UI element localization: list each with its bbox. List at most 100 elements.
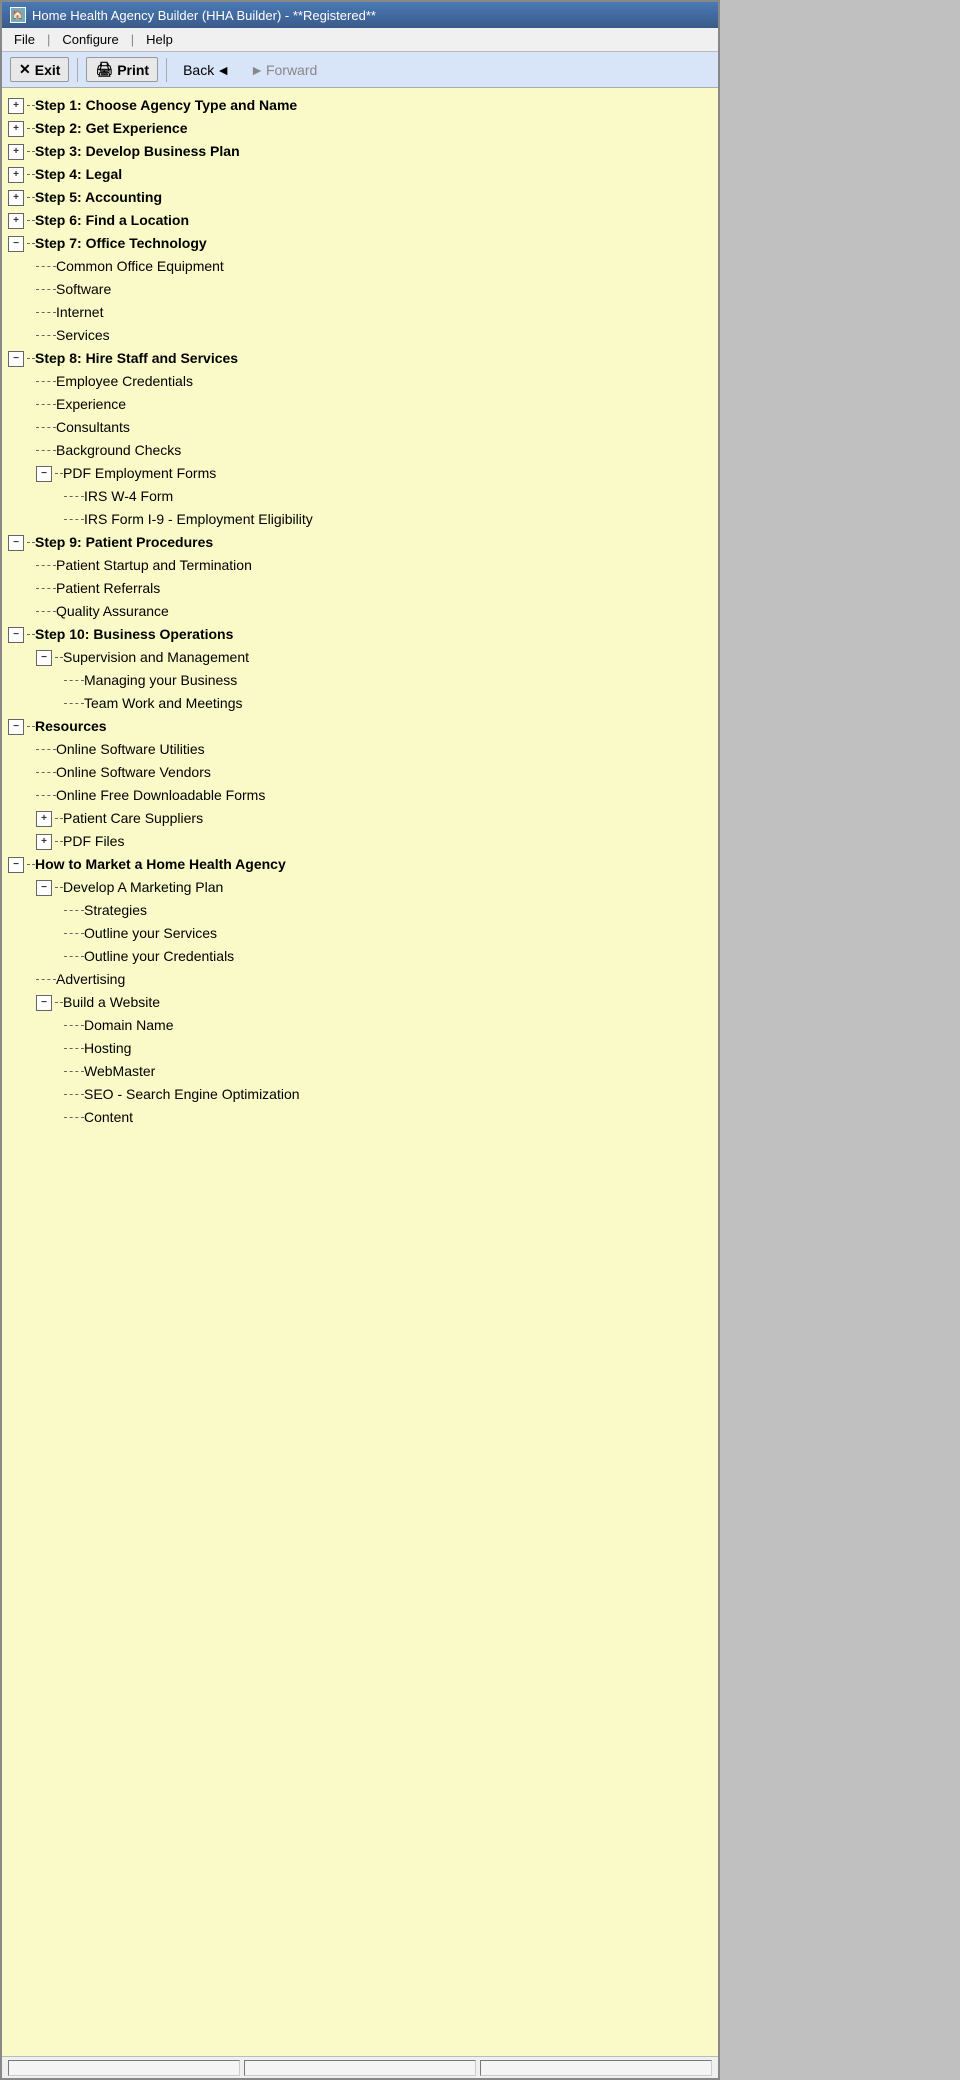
expander-plus-step5[interactable] (8, 190, 24, 206)
tree-row-step8-2[interactable]: Experience (8, 393, 718, 416)
tree-row-step9-1[interactable]: Patient Startup and Termination (8, 554, 718, 577)
tree-row-step8-5[interactable]: PDF Employment Forms (8, 462, 718, 485)
tree-row-marketing-1-2[interactable]: Outline your Services (8, 922, 718, 945)
tree-label-step8-2: Experience (56, 394, 126, 415)
tree-row-resources-4[interactable]: Patient Care Suppliers (8, 807, 718, 830)
expander-plus-step4[interactable] (8, 167, 24, 183)
tree-row-step3[interactable]: Step 3: Develop Business Plan (8, 140, 718, 163)
expander-plus-step1[interactable] (8, 98, 24, 114)
tree-row-step10-1-1[interactable]: Managing your Business (8, 669, 718, 692)
expander-plus-resources-5[interactable] (36, 834, 52, 850)
tree-row-step5[interactable]: Step 5: Accounting (8, 186, 718, 209)
leaf-connector-step9-3 (36, 611, 56, 612)
tree-label-step8: Step 8: Hire Staff and Services (35, 348, 238, 369)
exit-button[interactable]: ✕ Exit (10, 57, 69, 82)
connector-h-resources-4 (55, 818, 63, 819)
expander-minus-marketing-3[interactable] (36, 995, 52, 1011)
toolbar-separator (77, 58, 78, 82)
tree-row-marketing-3-2[interactable]: Hosting (8, 1037, 718, 1060)
expander-plus-step6[interactable] (8, 213, 24, 229)
forward-label: Forward (266, 62, 317, 78)
tree-row-step10-1-2[interactable]: Team Work and Meetings (8, 692, 718, 715)
tree-row-resources-2[interactable]: Online Software Vendors (8, 761, 718, 784)
print-button[interactable]: 🖨 Print (86, 57, 158, 82)
tree-row-step8-5-1[interactable]: IRS W-4 Form (8, 485, 718, 508)
tree-row-resources-5[interactable]: PDF Files (8, 830, 718, 853)
tree-label-step10: Step 10: Business Operations (35, 624, 233, 645)
tree-row-marketing[interactable]: How to Market a Home Health Agency (8, 853, 718, 876)
tree-row-resources-3[interactable]: Online Free Downloadable Forms (8, 784, 718, 807)
menu-sep2: | (129, 32, 136, 47)
connector-h-marketing-1 (55, 887, 63, 888)
tree-label-step8-5-2: IRS Form I-9 - Employment Eligibility (84, 509, 313, 530)
tree-row-step7-1[interactable]: Common Office Equipment (8, 255, 718, 278)
expander-minus-resources[interactable] (8, 719, 24, 735)
tree-row-step7-2[interactable]: Software (8, 278, 718, 301)
tree-row-step8[interactable]: Step 8: Hire Staff and Services (8, 347, 718, 370)
expander-minus-marketing-1[interactable] (36, 880, 52, 896)
tree-row-step10-1[interactable]: Supervision and Management (8, 646, 718, 669)
tree-label-step2: Step 2: Get Experience (35, 118, 188, 139)
tree-label-step8-3: Consultants (56, 417, 130, 438)
expander-plus-step3[interactable] (8, 144, 24, 160)
tree-row-step9[interactable]: Step 9: Patient Procedures (8, 531, 718, 554)
tree-row-step9-3[interactable]: Quality Assurance (8, 600, 718, 623)
leaf-connector-step8-4 (36, 450, 56, 451)
expander-minus-step8-5[interactable] (36, 466, 52, 482)
tree-row-step7-4[interactable]: Services (8, 324, 718, 347)
tree-row-marketing-3[interactable]: Build a Website (8, 991, 718, 1014)
tree-row-step2[interactable]: Step 2: Get Experience (8, 117, 718, 140)
menu-file[interactable]: File (8, 30, 41, 49)
tree-row-step9-2[interactable]: Patient Referrals (8, 577, 718, 600)
content-area: Step 1: Choose Agency Type and NameStep … (2, 88, 718, 2056)
expander-minus-step10[interactable] (8, 627, 24, 643)
tree-row-step4[interactable]: Step 4: Legal (8, 163, 718, 186)
expander-minus-step10-1[interactable] (36, 650, 52, 666)
tree-row-marketing-3-5[interactable]: Content (8, 1106, 718, 1129)
tree-row-marketing-1[interactable]: Develop A Marketing Plan (8, 876, 718, 899)
expander-minus-step9[interactable] (8, 535, 24, 551)
tree-row-marketing-3-4[interactable]: SEO - Search Engine Optimization (8, 1083, 718, 1106)
tree-row-resources[interactable]: Resources (8, 715, 718, 738)
tree-row-step8-4[interactable]: Background Checks (8, 439, 718, 462)
print-label: Print (117, 62, 149, 78)
tree-row-marketing-3-1[interactable]: Domain Name (8, 1014, 718, 1037)
expander-plus-resources-4[interactable] (36, 811, 52, 827)
tree-label-resources-4: Patient Care Suppliers (63, 808, 203, 829)
main-window: 🏠 Home Health Agency Builder (HHA Builde… (0, 0, 720, 2080)
leaf-connector-marketing-3-3 (64, 1071, 84, 1072)
connector-h-step10-1 (55, 657, 63, 658)
tree-row-resources-1[interactable]: Online Software Utilities (8, 738, 718, 761)
menu-configure[interactable]: Configure (56, 30, 124, 49)
connector-h-step6 (27, 220, 35, 221)
tree-row-marketing-1-3[interactable]: Outline your Credentials (8, 945, 718, 968)
status-pane-3 (480, 2060, 712, 2076)
expander-minus-marketing[interactable] (8, 857, 24, 873)
expander-plus-step2[interactable] (8, 121, 24, 137)
tree-row-step10[interactable]: Step 10: Business Operations (8, 623, 718, 646)
tree-view: Step 1: Choose Agency Type and NameStep … (2, 88, 718, 2056)
leaf-connector-step8-3 (36, 427, 56, 428)
tree-row-step7[interactable]: Step 7: Office Technology (8, 232, 718, 255)
tree-row-step6[interactable]: Step 6: Find a Location (8, 209, 718, 232)
menu-help[interactable]: Help (140, 30, 179, 49)
connector-h-step2 (27, 128, 35, 129)
tree-row-step8-3[interactable]: Consultants (8, 416, 718, 439)
tree-row-marketing-3-3[interactable]: WebMaster (8, 1060, 718, 1083)
tree-label-resources-5: PDF Files (63, 831, 124, 852)
connector-h-step9 (27, 542, 35, 543)
expander-minus-step8[interactable] (8, 351, 24, 367)
tree-row-step8-1[interactable]: Employee Credentials (8, 370, 718, 393)
exit-icon: ✕ (19, 61, 31, 78)
forward-button[interactable]: ► Forward (242, 59, 325, 81)
tree-row-marketing-2[interactable]: Advertising (8, 968, 718, 991)
leaf-connector-marketing-3-5 (64, 1117, 84, 1118)
tree-row-marketing-1-1[interactable]: Strategies (8, 899, 718, 922)
tree-row-step1[interactable]: Step 1: Choose Agency Type and Name (8, 94, 718, 117)
tree-label-step4: Step 4: Legal (35, 164, 122, 185)
tree-row-step8-5-2[interactable]: IRS Form I-9 - Employment Eligibility (8, 508, 718, 531)
connector-h-resources-5 (55, 841, 63, 842)
tree-row-step7-3[interactable]: Internet (8, 301, 718, 324)
back-button[interactable]: Back ◄ (175, 59, 238, 81)
expander-minus-step7[interactable] (8, 236, 24, 252)
